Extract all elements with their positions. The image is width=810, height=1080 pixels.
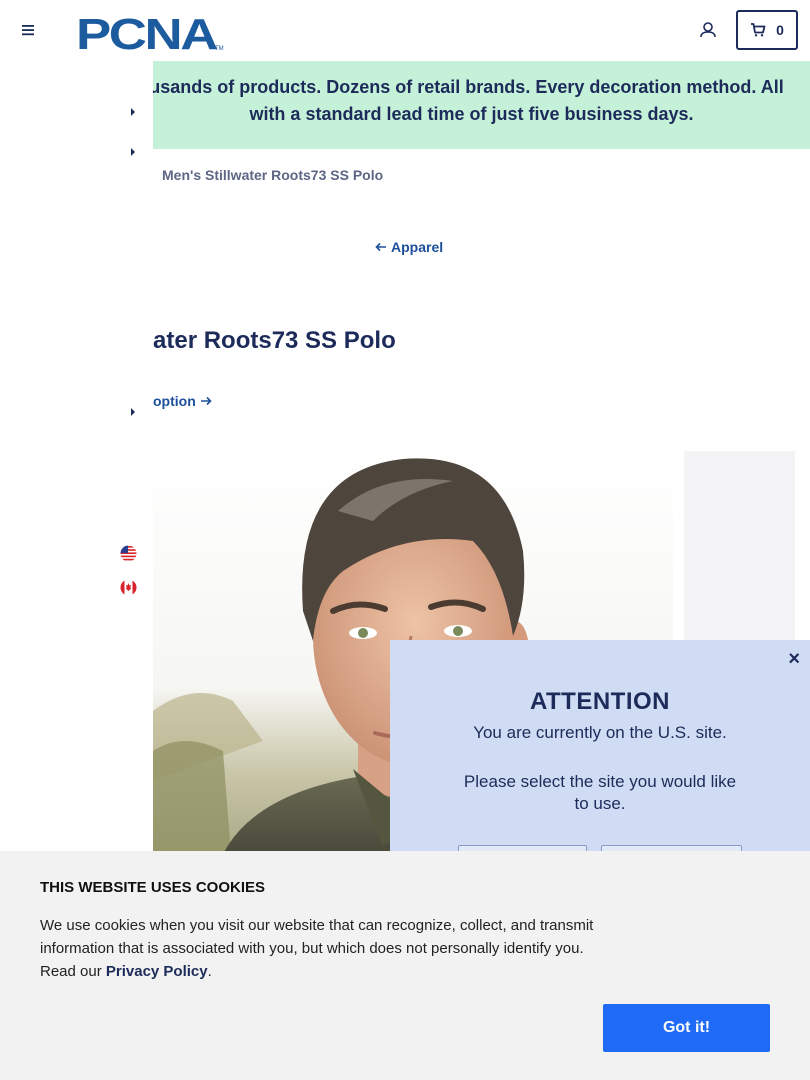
chevron-right-icon[interactable]: [128, 406, 138, 418]
cart-icon: [751, 23, 766, 37]
account-button[interactable]: [697, 19, 719, 41]
site-header: PCNA TM 0: [0, 0, 810, 61]
chevron-right-icon[interactable]: [128, 146, 138, 158]
banner-line-2: with a standard lead time of just five b…: [249, 104, 694, 124]
option-link[interactable]: option: [153, 393, 212, 409]
user-icon: [700, 22, 716, 38]
modal-title: ATTENTION: [529, 688, 671, 715]
modal-current-site-text: You are currently on the U.S. site.: [473, 723, 727, 742]
cookie-banner: THIS WEBSITE USES COOKIES We use cookies…: [0, 851, 810, 1080]
accept-cookies-button[interactable]: Got it!: [603, 1004, 770, 1052]
menu-icon[interactable]: [18, 20, 38, 40]
close-icon[interactable]: ×: [788, 648, 800, 671]
back-to-apparel-link[interactable]: Apparel: [375, 239, 443, 255]
product-title: ater Roots73 SS Polo: [153, 327, 396, 354]
us-flag-icon[interactable]: [120, 545, 137, 562]
cookie-title: THIS WEBSITE USES COOKIES: [40, 879, 266, 896]
promo-banner: usands of products. Dozens of retail bra…: [153, 61, 810, 149]
cookie-period: .: [207, 963, 212, 980]
arrow-right-icon: [200, 396, 212, 406]
canada-flag-icon[interactable]: [120, 579, 137, 596]
banner-line-1: usands of products. Dozens of retail bra…: [153, 77, 784, 97]
chevron-right-icon[interactable]: [128, 106, 138, 118]
privacy-policy-link[interactable]: Privacy Policy: [106, 963, 208, 980]
product-thumbnail[interactable]: [684, 451, 795, 651]
option-link-label: option: [153, 393, 196, 409]
cart-count: 0: [776, 22, 784, 38]
cart-button[interactable]: 0: [736, 10, 798, 50]
breadcrumb[interactable]: Men's Stillwater Roots73 SS Polo: [162, 167, 383, 183]
back-link-label: Apparel: [391, 239, 444, 255]
logo-wordmark: PCNA: [76, 12, 217, 52]
cookie-text: We use cookies when you visit our websit…: [40, 914, 610, 983]
arrow-left-icon: [375, 242, 386, 252]
svg-text:TM: TM: [215, 46, 224, 52]
pcna-logo[interactable]: PCNA TM: [76, 10, 226, 59]
modal-select-text: Please select the site you would like to…: [463, 772, 737, 813]
